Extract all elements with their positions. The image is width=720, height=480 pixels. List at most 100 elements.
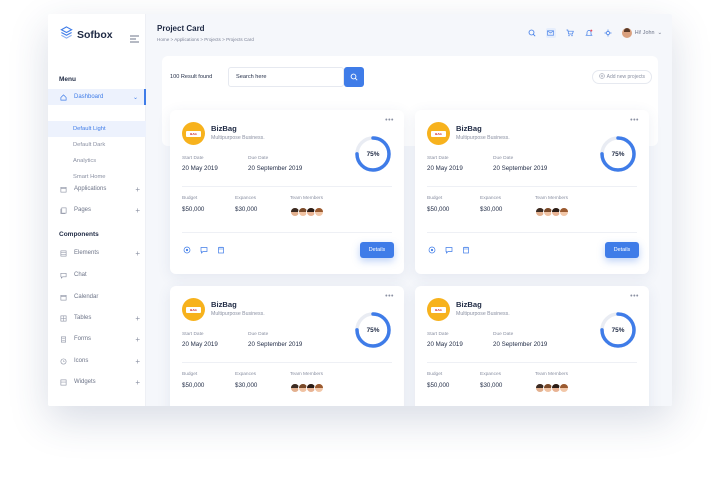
sidebar-item-label: Pages — [74, 207, 92, 213]
sidebar-item-dashboard[interactable]: Dashboard ⌄ — [48, 89, 146, 105]
components-heading: Components — [59, 231, 99, 238]
add-new-projects-button[interactable]: Add new projects — [591, 70, 652, 84]
team-avatars[interactable] — [290, 383, 324, 393]
plus-icon: + — [135, 313, 140, 323]
sidebar-item-icons[interactable]: Icons + — [48, 353, 146, 369]
search-button[interactable] — [344, 67, 364, 87]
eye-icon[interactable] — [182, 245, 191, 254]
logo[interactable]: Sofbox — [60, 26, 113, 44]
details-button[interactable]: Details — [605, 242, 639, 258]
team-members-label: Team Members — [290, 196, 324, 201]
sidebar-item-label: Forms — [74, 336, 91, 342]
due-date-value: 20 September 2019 — [248, 341, 303, 348]
sidebar-item-label: Widgets — [74, 379, 96, 385]
top-bar-actions: Hi! John ⌄ — [527, 28, 662, 38]
sidebar-item-elements[interactable]: Elements + — [48, 245, 146, 261]
chevron-down-icon: ⌄ — [657, 30, 662, 36]
expense-value: $30,000 — [235, 382, 258, 389]
search-input[interactable]: Search here — [228, 67, 344, 87]
sidebar-item-widgets[interactable]: Widgets + — [48, 374, 146, 390]
add-new-label: Add new projects — [606, 74, 645, 80]
calendar-icon[interactable] — [216, 245, 225, 254]
project-logo: BAG — [427, 298, 450, 321]
budget-label: Budget — [182, 196, 198, 201]
card-actions — [182, 245, 225, 254]
more-options-icon[interactable]: ••• — [385, 293, 394, 300]
due-date-value: 20 September 2019 — [493, 165, 548, 172]
start-date-value: 20 May 2019 — [182, 341, 218, 348]
cart-icon[interactable] — [565, 28, 575, 38]
breadcrumb[interactable]: Home > Applications > Projects > Project… — [157, 37, 254, 42]
sub-item-analytics[interactable]: Analytics — [73, 158, 96, 164]
project-logo: BAG — [182, 298, 205, 321]
sidebar-item-calendar[interactable]: Calendar — [48, 289, 146, 305]
progress-percent: 75% — [611, 326, 625, 334]
sidebar-item-label: Elements — [74, 250, 100, 256]
project-logo: BAG — [182, 122, 205, 145]
sub-item-default-light[interactable]: Default Light — [73, 126, 106, 132]
sidebar-item-forms[interactable]: Forms + — [48, 331, 146, 347]
user-menu[interactable]: Hi! John ⌄ — [621, 28, 662, 38]
project-subtitle: Multipurpose Business. — [211, 135, 265, 141]
project-title: BizBag — [211, 300, 237, 309]
mail-icon[interactable] — [545, 28, 556, 38]
widgets-icon — [60, 379, 74, 386]
brand-name: Sofbox — [77, 29, 113, 41]
progress-percent: 75% — [611, 150, 625, 158]
fullscreen-icon[interactable] — [603, 28, 613, 38]
more-options-icon[interactable]: ••• — [630, 117, 639, 124]
budget-value: $50,000 — [182, 206, 205, 213]
table-icon — [60, 315, 74, 322]
details-button[interactable]: Details — [360, 242, 394, 258]
sub-item-default-dark[interactable]: Default Dark — [73, 142, 105, 148]
menu-toggle-icon[interactable] — [130, 30, 139, 48]
divider — [182, 186, 392, 187]
start-date-label: Start Date — [182, 332, 204, 337]
plus-icon: + — [135, 205, 140, 215]
start-date-label: Start Date — [182, 156, 204, 161]
sidebar-item-label: Applications — [74, 186, 107, 192]
avatar — [559, 207, 569, 217]
project-title: BizBag — [456, 300, 482, 309]
sub-item-smart-home[interactable]: Smart Home — [73, 174, 106, 180]
due-date-value: 20 September 2019 — [248, 165, 303, 172]
app-window: Sofbox Menu Dashboard ⌄ Default Light De… — [48, 14, 672, 406]
search-icon[interactable] — [527, 28, 537, 38]
clock-icon — [60, 358, 74, 365]
eye-icon[interactable] — [427, 245, 436, 254]
more-options-icon[interactable]: ••• — [385, 117, 394, 124]
project-card: ••• BAG BizBag Multipurpose Business. St… — [170, 286, 404, 406]
expense-value: $30,000 — [480, 206, 503, 213]
divider — [427, 186, 637, 187]
sidebar-item-pages[interactable]: Pages + — [48, 202, 146, 218]
divider — [182, 232, 392, 233]
page-title: Project Card — [157, 24, 205, 33]
home-icon — [60, 93, 74, 101]
sidebar-item-tables[interactable]: Tables + — [48, 310, 146, 326]
sidebar-item-chat[interactable]: Chat — [48, 267, 146, 283]
team-members-label: Team Members — [535, 196, 569, 201]
team-avatars[interactable] — [290, 207, 324, 217]
calendar-icon — [60, 294, 74, 301]
project-card: ••• BAG BizBag Multipurpose Business. St… — [415, 110, 649, 274]
due-date-label: Due Date — [248, 156, 269, 161]
comment-icon[interactable] — [444, 245, 453, 254]
progress-percent: 75% — [366, 326, 380, 334]
progress-percent: 75% — [366, 150, 380, 158]
bell-icon[interactable] — [584, 28, 594, 38]
calendar-icon[interactable] — [461, 245, 470, 254]
comment-icon[interactable] — [199, 245, 208, 254]
avatar — [314, 207, 324, 217]
budget-value: $50,000 — [182, 382, 205, 389]
team-avatars[interactable] — [535, 383, 569, 393]
team-avatars[interactable] — [535, 207, 569, 217]
sidebar-item-applications[interactable]: Applications + — [48, 181, 146, 197]
due-date-value: 20 September 2019 — [493, 341, 548, 348]
more-options-icon[interactable]: ••• — [630, 293, 639, 300]
forms-icon — [60, 336, 74, 343]
sidebar-item-label: Chat — [74, 272, 87, 278]
menu-heading: Menu — [59, 76, 76, 83]
sidebar-item-label: Calendar — [74, 294, 99, 300]
plus-icon: + — [135, 334, 140, 344]
start-date-value: 20 May 2019 — [182, 165, 218, 172]
